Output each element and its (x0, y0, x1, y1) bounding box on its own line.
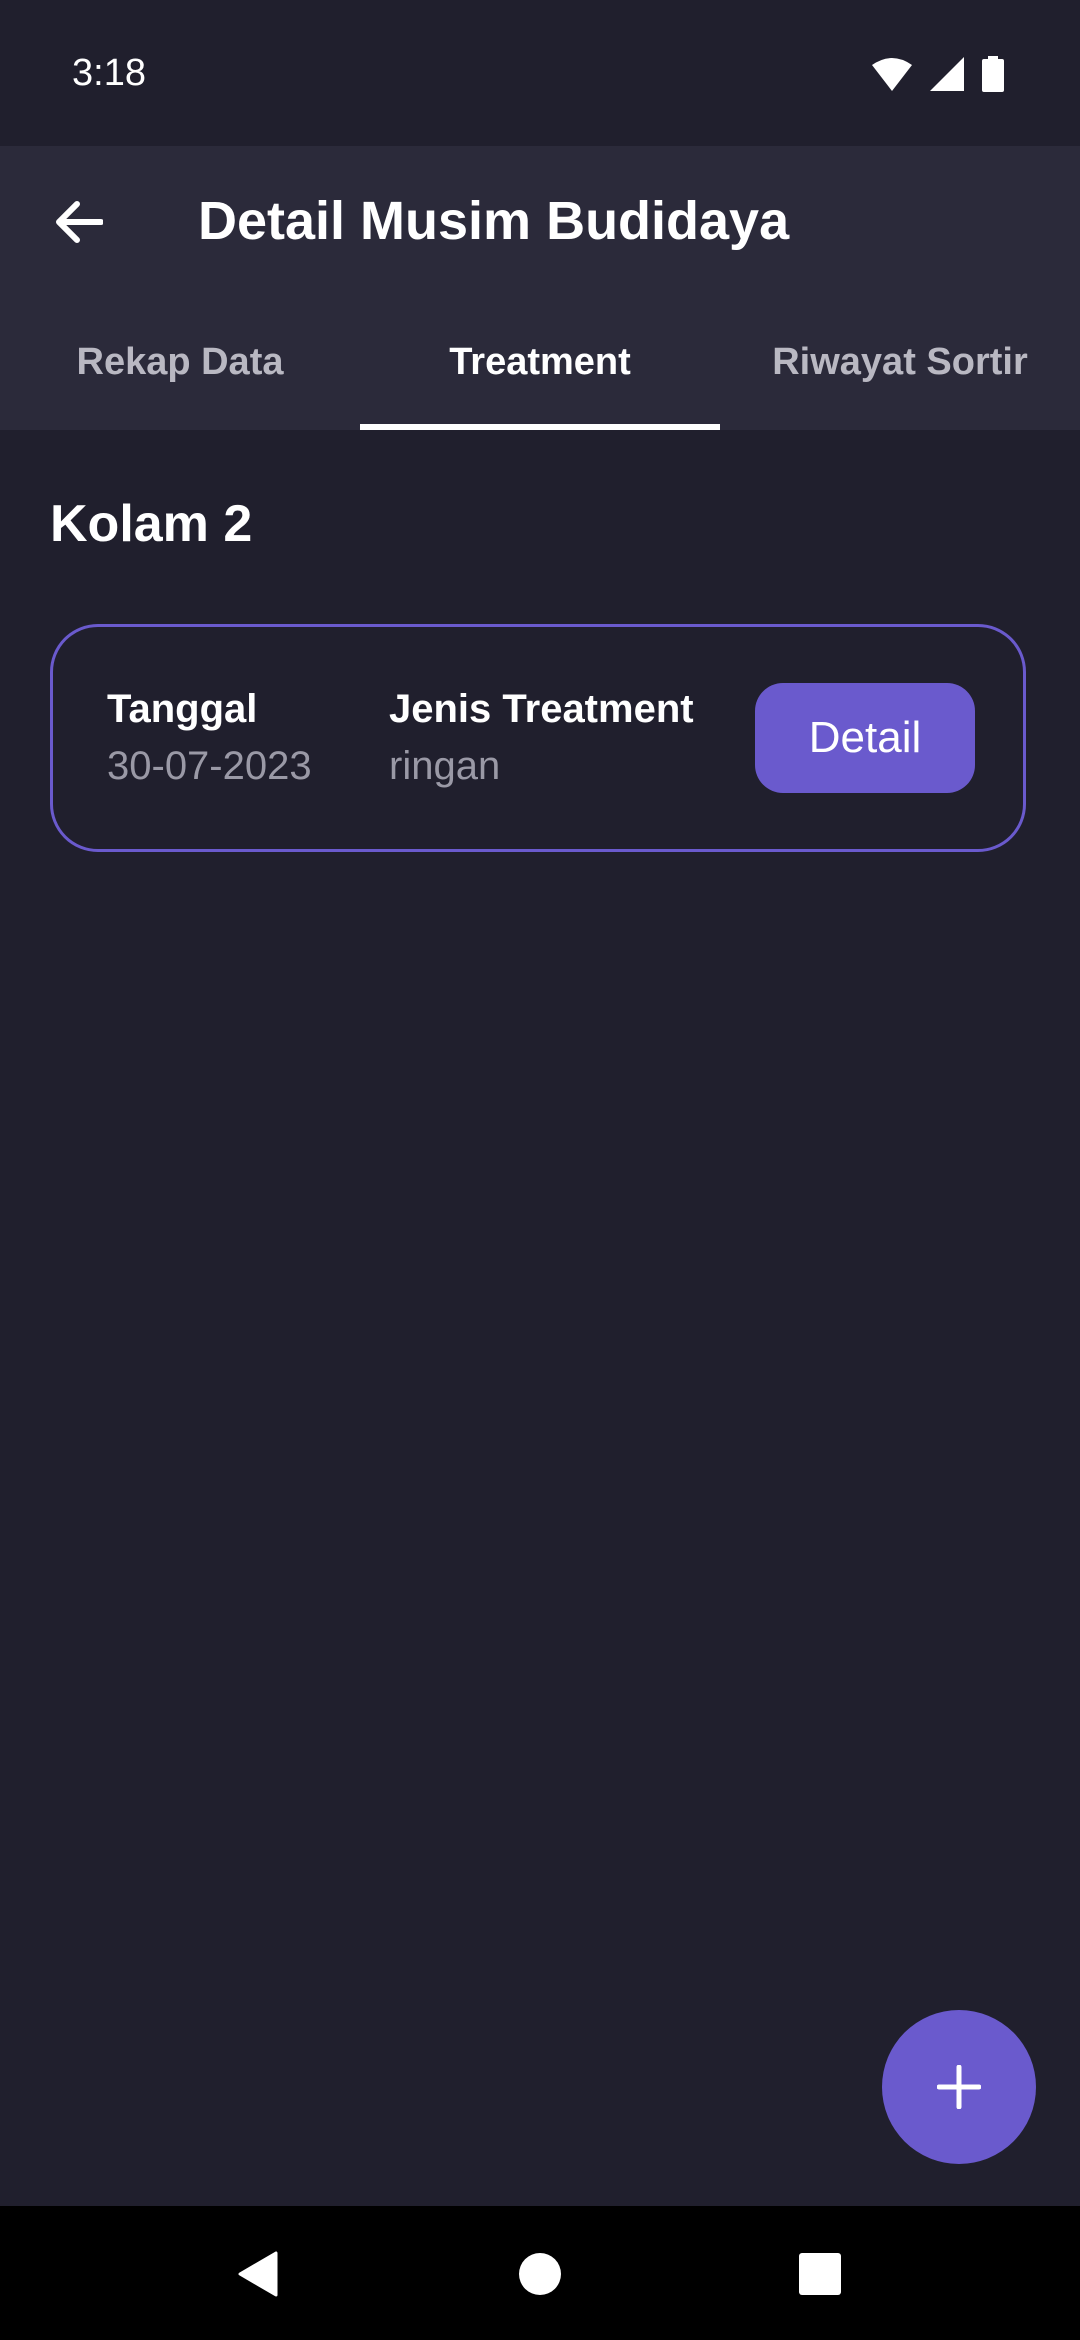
status-time: 3:18 (72, 52, 146, 94)
page-title: Detail Musim Budidaya (198, 191, 790, 251)
date-field: Tanggal 30-07-2023 (107, 687, 312, 789)
treatment-type-field: Jenis Treatment ringan (389, 687, 694, 789)
plus-icon (937, 2065, 981, 2109)
system-navigation-bar (0, 2206, 1080, 2340)
nav-recents-button[interactable] (770, 2226, 870, 2322)
nav-home-button[interactable] (490, 2226, 590, 2322)
date-label: Tanggal (107, 687, 258, 731)
tab-rekap-data[interactable]: Rekap Data (0, 294, 360, 430)
cellular-signal-icon (930, 57, 964, 91)
status-bar: 3:18 (0, 0, 1080, 146)
section-title: Kolam 2 (50, 495, 253, 553)
app-bar: Detail Musim Budidaya Rekap Data Treatme… (0, 146, 1080, 430)
add-treatment-button[interactable] (882, 2010, 1036, 2164)
home-circle-icon (519, 2253, 561, 2295)
treatment-type-label: Jenis Treatment (389, 687, 694, 731)
treatment-type-value: ringan (389, 744, 501, 788)
date-value: 30-07-2023 (107, 744, 312, 788)
status-icons (872, 56, 1004, 92)
recents-square-icon (799, 2253, 841, 2295)
tab-bar: Rekap Data Treatment Riwayat Sortir (0, 294, 1080, 430)
back-triangle-icon (238, 2251, 278, 2297)
tab-riwayat-sortir[interactable]: Riwayat Sortir (720, 294, 1080, 430)
treatment-card: Tanggal 30-07-2023 Jenis Treatment ringa… (50, 624, 1026, 852)
nav-back-button[interactable] (208, 2226, 308, 2322)
arrow-left-icon (56, 201, 103, 243)
detail-button[interactable]: Detail (755, 683, 975, 793)
battery-icon (982, 56, 1004, 92)
wifi-icon (872, 58, 912, 91)
tab-treatment[interactable]: Treatment (360, 294, 720, 430)
back-button[interactable] (46, 190, 110, 254)
